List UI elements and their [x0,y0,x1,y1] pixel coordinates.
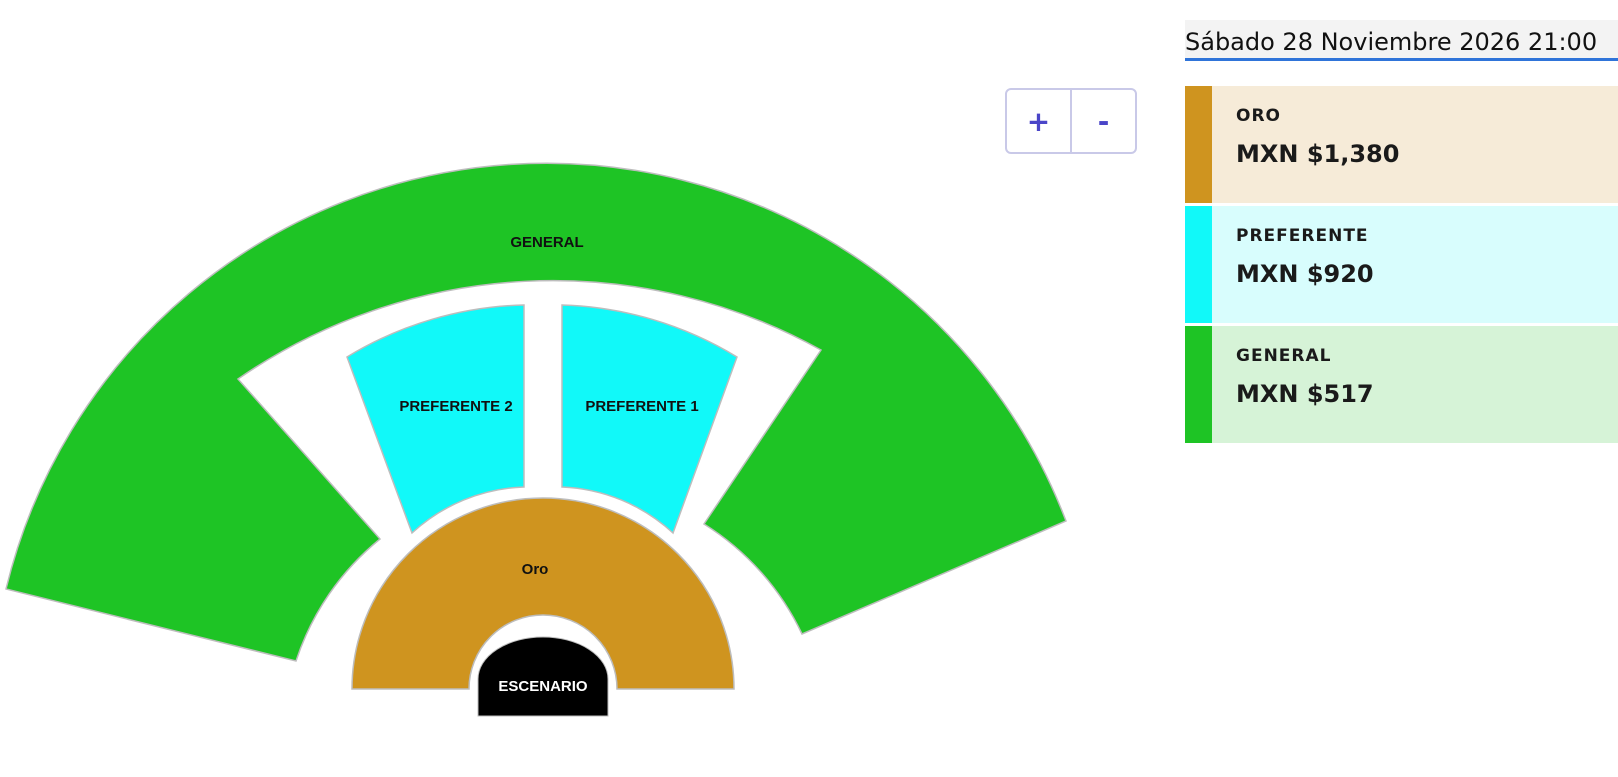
event-date: Sábado 28 Noviembre 2026 21:00 [1185,20,1618,61]
price-amount: MXN $1,380 [1236,140,1400,168]
price-name: PREFERENTE [1236,226,1369,246]
price-row-oro[interactable]: ORO MXN $1,380 [1185,86,1618,203]
price-list: ORO MXN $1,380 PREFERENTE MXN $920 GENER… [1185,86,1618,443]
pricing-panel: Sábado 28 Noviembre 2026 21:00 ORO MXN $… [1185,20,1618,446]
ticket-selection-page: GENERAL PREFERENTE 2 PREFERENTE 1 Oro ES… [0,0,1618,777]
price-amount: MXN $920 [1236,260,1374,288]
price-swatch-general [1185,326,1212,443]
section-preferente-2[interactable] [346,304,525,535]
zoom-out-button[interactable]: - [1070,90,1135,152]
venue-seat-map: GENERAL PREFERENTE 2 PREFERENTE 1 Oro ES… [5,162,1067,717]
stage-escenario [477,636,609,717]
price-swatch-preferente [1185,206,1212,323]
price-swatch-oro [1185,86,1212,203]
zoom-controls: + - [1005,88,1137,154]
price-name: ORO [1236,106,1281,126]
zoom-in-button[interactable]: + [1007,90,1070,152]
price-name: GENERAL [1236,346,1332,366]
price-row-preferente[interactable]: PREFERENTE MXN $920 [1185,206,1618,323]
section-preferente-1[interactable] [561,304,738,535]
price-amount: MXN $517 [1236,380,1374,408]
price-row-general[interactable]: GENERAL MXN $517 [1185,326,1618,443]
